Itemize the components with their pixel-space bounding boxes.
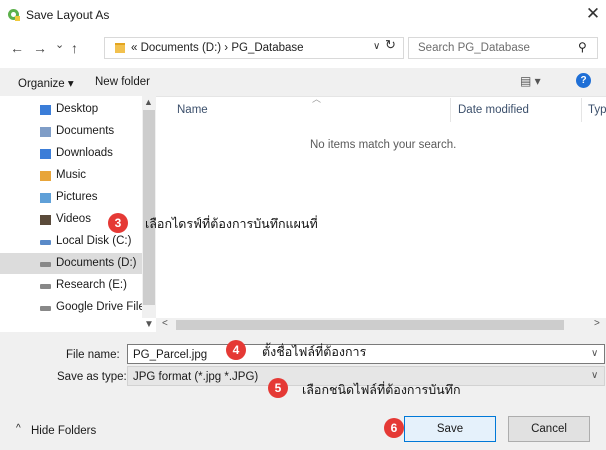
column-header-name[interactable]: Name: [177, 104, 208, 116]
caret-up-icon[interactable]: ^: [16, 423, 21, 434]
refresh-icon[interactable]: ↻: [385, 37, 396, 53]
close-icon[interactable]: ✕: [584, 4, 602, 24]
sidebar-item[interactable]: Pictures: [56, 187, 98, 208]
annotation-marker-4: 4: [226, 340, 246, 360]
sidebar-item[interactable]: Documents (D:): [56, 253, 137, 274]
documents-icon: [40, 127, 51, 137]
column-header-date-modified[interactable]: Date modified: [458, 104, 529, 116]
save-button[interactable]: Save: [404, 416, 496, 442]
sidebar-item[interactable]: Music: [56, 165, 86, 186]
window-title: Save Layout As: [26, 8, 110, 22]
sidebar-item[interactable]: Videos: [56, 209, 91, 230]
annotation-marker-6: 6: [384, 418, 404, 438]
navigation-scrollbar-thumb[interactable]: [143, 110, 155, 305]
folder-icon: [40, 105, 51, 115]
file-name-dropdown-icon[interactable]: ∨: [591, 348, 598, 359]
sidebar-item[interactable]: Google Drive File: [56, 297, 145, 318]
sort-arrow-icon: ︿: [312, 94, 322, 104]
scroll-up-icon[interactable]: ▲: [144, 97, 153, 107]
up-arrow-icon[interactable]: ↑: [71, 40, 78, 56]
forward-arrow-icon[interactable]: →: [33, 40, 47, 56]
sidebar-item[interactable]: Documents: [56, 121, 114, 142]
toolbar: [0, 68, 606, 97]
change-view-icon[interactable]: ▤ ▾: [520, 74, 541, 88]
file-name-label: File name:: [66, 349, 120, 361]
scroll-left-icon[interactable]: <: [162, 318, 168, 329]
downloads-icon: [40, 149, 51, 159]
sidebar-item[interactable]: Downloads: [56, 143, 113, 164]
column-divider[interactable]: [450, 98, 451, 122]
pictures-icon: [40, 193, 51, 203]
folder-icon: [115, 43, 125, 53]
column-divider[interactable]: [581, 98, 582, 122]
empty-results-message: No items match your search.: [310, 139, 457, 151]
scroll-down-icon[interactable]: ▼: [144, 319, 154, 330]
sidebar-item[interactable]: Desktop: [56, 99, 98, 120]
recent-locations-chevron-icon[interactable]: ⌄: [55, 38, 64, 51]
horizontal-scrollbar-thumb[interactable]: [176, 320, 564, 330]
hide-folders-button[interactable]: Hide Folders: [31, 425, 96, 437]
drive-icon: [40, 284, 51, 289]
annotation-note-3: เลือกไดรฟ์ที่ต้องการบันทึกแผนที่: [145, 217, 318, 231]
back-arrow-icon[interactable]: ←: [10, 40, 24, 56]
drive-icon: [40, 240, 51, 245]
videos-icon: [40, 215, 51, 225]
new-folder-button[interactable]: New folder: [95, 76, 150, 88]
drive-icon: [40, 306, 51, 311]
qgis-app-icon: [8, 9, 20, 21]
save-as-type-dropdown-icon[interactable]: ∨: [591, 370, 598, 381]
save-as-type-label: Save as type:: [57, 371, 127, 383]
drive-icon: [40, 262, 51, 267]
search-placeholder: Search PG_Database: [418, 42, 530, 54]
organize-button[interactable]: Organize ▾: [18, 76, 74, 90]
save-as-type-value[interactable]: JPG format (*.jpg *.JPG): [133, 371, 258, 383]
annotation-note-4: ตั้งชื่อไฟล์ที่ต้องการ: [262, 345, 367, 359]
annotation-marker-3: 3: [108, 213, 128, 233]
annotation-note-5: เลือกชนิดไฟล์ที่ต้องการบันทึก: [302, 383, 461, 397]
column-header-type[interactable]: Typ: [588, 104, 606, 116]
search-icon[interactable]: ⚲: [578, 40, 587, 54]
music-icon: [40, 171, 51, 181]
file-name-value[interactable]: PG_Parcel.jpg: [133, 349, 207, 361]
address-path[interactable]: « Documents (D:) › PG_Database: [131, 42, 304, 54]
annotation-marker-5: 5: [268, 378, 288, 398]
scroll-right-icon[interactable]: >: [594, 318, 600, 329]
address-dropdown-icon[interactable]: ∨: [373, 41, 380, 52]
cancel-button[interactable]: Cancel: [508, 416, 590, 442]
sidebar-item[interactable]: Local Disk (C:): [56, 231, 131, 252]
sidebar-item[interactable]: Research (E:): [56, 275, 127, 296]
help-icon[interactable]: ?: [576, 73, 591, 88]
